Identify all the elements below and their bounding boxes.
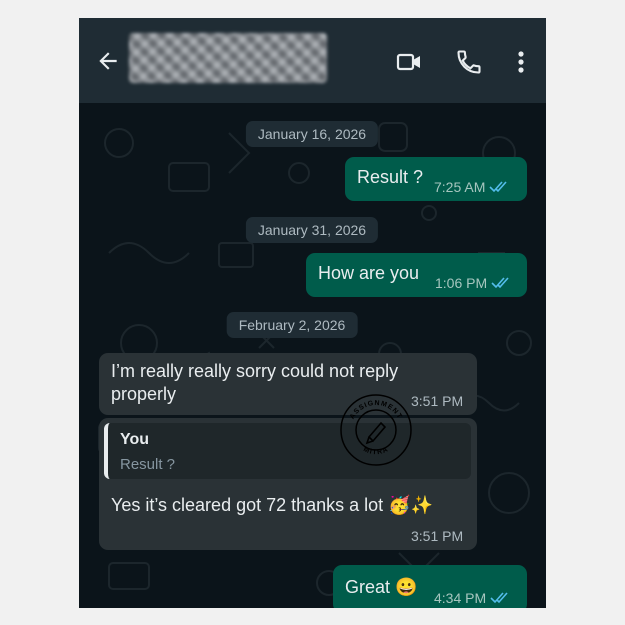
message-time: 3:51 PM bbox=[411, 393, 464, 409]
contact-name-redacted[interactable] bbox=[129, 33, 327, 83]
party-sparkles-emoji: 🥳✨ bbox=[388, 495, 434, 515]
watermark-bottom-text: MITRA bbox=[362, 446, 389, 456]
outgoing-message[interactable]: How are you 1:06 PM bbox=[306, 253, 527, 297]
date-separator: January 16, 2026 bbox=[245, 121, 379, 147]
message-text-line-1: I’m really really sorry could not reply bbox=[111, 361, 399, 381]
message-meta: 1:06 PM bbox=[435, 275, 511, 291]
quote-author: You bbox=[120, 431, 150, 448]
message-text: How are you bbox=[318, 263, 420, 283]
date-separator: January 31, 2026 bbox=[245, 217, 379, 243]
message-text: Result ? bbox=[357, 167, 424, 187]
outgoing-message[interactable]: Great 😀 4:34 PM bbox=[333, 565, 527, 608]
message-text: Great 😀 bbox=[345, 577, 418, 597]
chat-header bbox=[79, 18, 546, 103]
quoted-message[interactable]: You Result ? bbox=[104, 423, 471, 479]
message-text: Yes it’s cleared got 72 thanks a lot 🥳✨ bbox=[111, 495, 434, 515]
incoming-reply-message[interactable]: You Result ? Yes it’s cleared got 72 tha… bbox=[99, 418, 477, 550]
message-meta: 7:25 AM bbox=[434, 179, 509, 195]
message-time: 1:06 PM bbox=[435, 275, 488, 291]
message-time: 4:34 PM bbox=[434, 590, 487, 606]
message-time: 7:25 AM bbox=[434, 179, 486, 195]
watermark-logo: ASSIGNMENT MITRA bbox=[340, 394, 412, 466]
pencil-icon bbox=[365, 421, 387, 445]
message-meta: 4:34 PM bbox=[434, 590, 510, 606]
message-time: 3:51 PM bbox=[411, 528, 464, 544]
quote-text: Result ? bbox=[120, 456, 176, 473]
double-check-icon bbox=[489, 181, 507, 193]
message-list[interactable]: January 16, 2026 Result ? 7:25 AM Januar… bbox=[79, 103, 546, 608]
message-text-line-2: properly bbox=[111, 384, 177, 404]
video-call-icon[interactable] bbox=[395, 48, 423, 76]
double-check-icon bbox=[491, 277, 509, 289]
grinning-face-emoji: 😀 bbox=[395, 577, 418, 597]
double-check-icon bbox=[490, 592, 508, 604]
svg-text:MITRA: MITRA bbox=[362, 446, 390, 456]
date-separator: February 2, 2026 bbox=[226, 312, 358, 338]
arrow-left-icon[interactable] bbox=[95, 48, 121, 74]
phone-icon[interactable] bbox=[455, 48, 483, 76]
more-vert-icon[interactable] bbox=[507, 48, 535, 76]
incoming-message[interactable]: I’m really really sorry could not reply … bbox=[99, 353, 477, 415]
outgoing-message[interactable]: Result ? 7:25 AM bbox=[345, 157, 527, 201]
chat-screen: January 16, 2026 Result ? 7:25 AM Januar… bbox=[79, 18, 546, 608]
